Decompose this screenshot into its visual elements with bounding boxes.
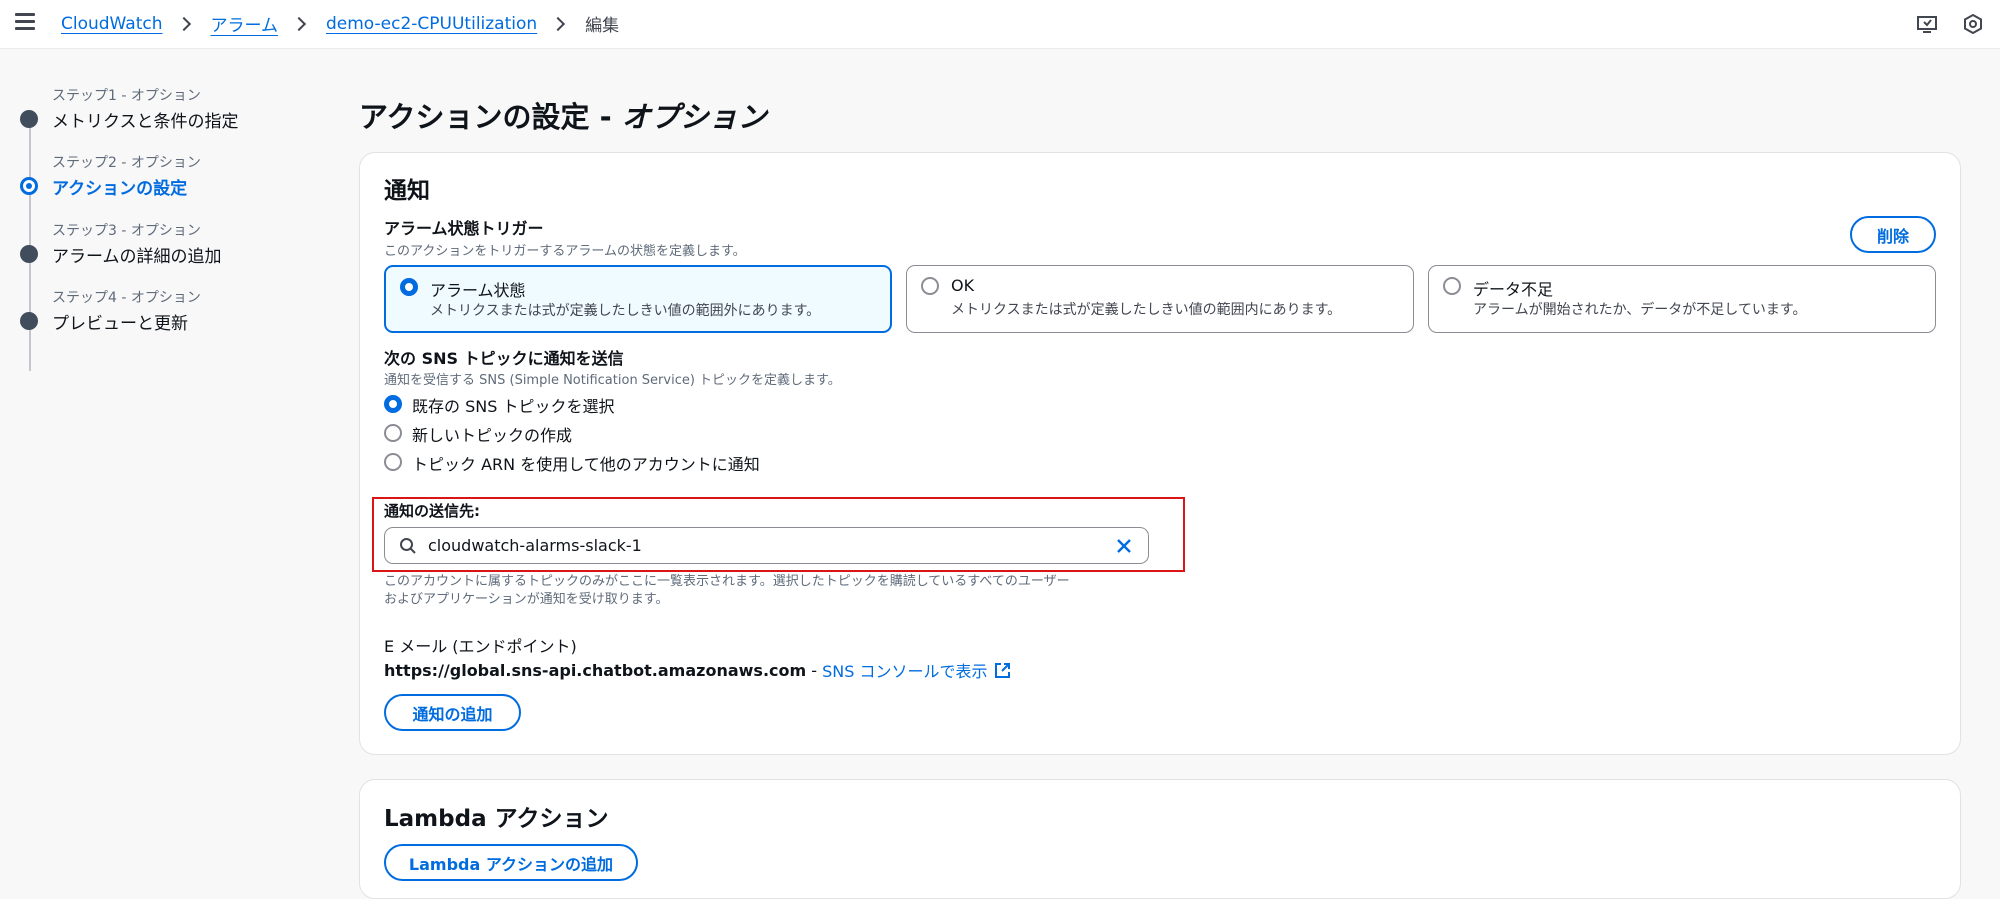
step-name: メトリクスと条件の指定 (52, 112, 239, 132)
add-notification-button[interactable]: 通知の追加 (384, 694, 521, 731)
trigger-label: アラーム状態トリガー (384, 219, 544, 238)
topic-search-input[interactable]: cloudwatch-alarms-slack-1 (384, 527, 1149, 564)
chevron-right-icon (176, 16, 191, 31)
step-number: ステップ4 - オプション (52, 290, 201, 306)
step-number: ステップ3 - オプション (52, 223, 201, 239)
lambda-panel: Lambda アクション Lambda アクションの追加 (359, 779, 1961, 899)
breadcrumb-cloudwatch[interactable]: CloudWatch (61, 14, 163, 34)
notification-panel: 通知 アラーム状態トリガー このアクションをトリガーするアラームの状態を定義しま… (359, 152, 1961, 755)
radio-unselected[interactable] (384, 453, 402, 471)
lambda-title: Lambda アクション (384, 806, 609, 832)
step-indicator-active (20, 177, 38, 195)
trigger-tile-ok[interactable]: OK メトリクスまたは式が定義したしきい値の範囲内にあります。 (906, 265, 1414, 333)
sns-label: 次の SNS トピックに通知を送信 (384, 349, 624, 368)
step-indicator (20, 110, 38, 128)
chevron-right-icon (291, 16, 307, 31)
topic-help-line-2: およびアプリケーションが通知を受け取ります。 (384, 592, 669, 607)
trigger-tile-in-alarm[interactable]: アラーム状態 メトリクスまたは式が定義したしきい値の範囲外にあります。 (384, 265, 892, 333)
delete-button[interactable]: 削除 (1850, 216, 1936, 253)
breadcrumb-current: 編集 (585, 16, 620, 36)
email-endpoint-row: https://global.sns-api.chatbot.amazonaws… (384, 658, 1011, 682)
trigger-tile-insufficient-data[interactable]: データ不足 アラームが開始されたか、データが不足しています。 (1428, 265, 1936, 333)
radio-unselected[interactable] (921, 277, 939, 295)
step-indicator (20, 245, 38, 263)
radio-selected[interactable] (384, 395, 402, 413)
breadcrumb: CloudWatch アラーム demo-ec2-CPUUtilization … (61, 11, 620, 37)
tile-label: データ不足 (1473, 280, 1554, 299)
tile-description: メトリクスまたは式が定義したしきい値の範囲内にあります。 (951, 302, 1342, 318)
tile-description: アラームが開始されたか、データが不足しています。 (1473, 302, 1807, 318)
add-lambda-action-button[interactable]: Lambda アクションの追加 (384, 844, 638, 881)
wizard-steps: ステップ1 - オプション メトリクスと条件の指定 ステップ2 - オプション … (0, 49, 330, 856)
sns-console-link[interactable]: SNS コンソールで表示 (822, 658, 987, 682)
radio-unselected[interactable] (1443, 277, 1461, 295)
step-name: アクションの設定 (52, 179, 188, 199)
sns-description: 通知を受信する SNS (Simple Notification Service… (384, 373, 841, 388)
send-to-label: 通知の送信先: (384, 502, 480, 520)
trigger-description: このアクションをトリガーするアラームの状態を定義します。 (384, 244, 746, 259)
step-name: アラームの詳細の追加 (52, 247, 222, 267)
tile-label: OK (951, 276, 975, 295)
radio-selected[interactable] (400, 278, 418, 296)
menu-icon[interactable] (15, 13, 35, 31)
breadcrumb-alarm-name[interactable]: demo-ec2-CPUUtilization (326, 14, 537, 34)
email-endpoint: https://global.sns-api.chatbot.amazonaws… (384, 660, 807, 680)
external-link-icon[interactable] (994, 662, 1011, 679)
option-label: トピック ARN を使用して他のアカウントに通知 (412, 455, 760, 474)
tile-label: アラーム状態 (430, 281, 526, 300)
option-label: 新しいトピックの作成 (412, 426, 573, 445)
page-title-main: アクションの設定 - (359, 100, 622, 134)
notification-title: 通知 (384, 178, 430, 204)
settings-icon[interactable] (1963, 14, 1983, 34)
step-name: プレビューと更新 (52, 314, 188, 334)
topic-value: cloudwatch-alarms-slack-1 (428, 536, 642, 555)
page-title-optional: オプション (621, 100, 767, 134)
top-navigation-bar: CloudWatch アラーム demo-ec2-CPUUtilization … (0, 0, 2000, 49)
radio-unselected[interactable] (384, 424, 402, 442)
topic-help-line-1: このアカウントに属するトピックのみがここに一覧表示されます。選択したトピックを購… (384, 574, 1070, 589)
step-number: ステップ2 - オプション (52, 155, 201, 171)
email-label: E メール (エンドポイント) (384, 637, 577, 656)
email-separator: - (806, 660, 823, 680)
chevron-right-icon (551, 16, 566, 31)
search-icon (400, 538, 416, 554)
tile-description: メトリクスまたは式が定義したしきい値の範囲外にあります。 (430, 303, 821, 319)
monitor-icon[interactable] (1917, 14, 1937, 34)
step-number: ステップ1 - オプション (52, 88, 201, 104)
step-indicator (20, 312, 38, 330)
page-title: アクションの設定 - オプション (359, 94, 767, 136)
option-label: 既存の SNS トピックを選択 (412, 397, 615, 416)
breadcrumb-alarms[interactable]: アラーム (211, 11, 279, 36)
clear-icon[interactable] (1115, 537, 1133, 555)
